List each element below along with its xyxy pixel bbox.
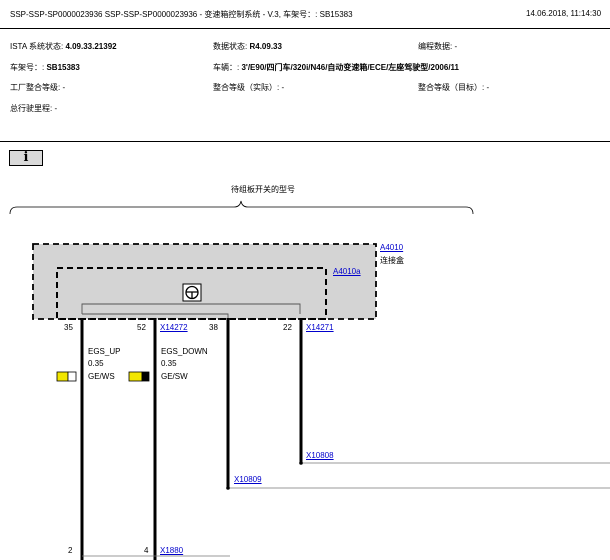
- connector-a4010-box: [32, 243, 377, 320]
- wire-egs-down-color: GE/SW: [161, 372, 188, 381]
- pin-4: 4: [144, 546, 149, 555]
- link-x14271[interactable]: X14271: [306, 323, 334, 332]
- junction-x10808: [299, 461, 303, 465]
- pin-38: 38: [209, 323, 218, 332]
- brace: [9, 200, 474, 215]
- link-a4010[interactable]: A4010: [380, 243, 403, 252]
- connector-description: 连接盒: [380, 256, 404, 265]
- link-x10808[interactable]: X10808: [306, 451, 334, 460]
- link-a4010a[interactable]: A4010a: [333, 267, 361, 276]
- pin-35: 35: [64, 323, 73, 332]
- link-x1880[interactable]: X1880: [160, 546, 183, 555]
- wire-egs-up-color: GE/WS: [88, 372, 115, 381]
- swatch-ge-ws: [56, 371, 77, 382]
- swatch-ge-sw: [128, 371, 150, 382]
- wire-egs-up-name: EGS_UP: [88, 347, 121, 356]
- link-x10809[interactable]: X10809: [234, 475, 262, 484]
- pin-2: 2: [68, 546, 73, 555]
- wire-egs-up-gauge: 0.35: [88, 359, 104, 368]
- switch-variant-label: 待组板开关的型号: [231, 185, 295, 194]
- junction-x10809: [226, 486, 230, 490]
- wire-egs-down-gauge: 0.35: [161, 359, 177, 368]
- link-x14272[interactable]: X14272: [160, 323, 188, 332]
- wire-egs-down-name: EGS_DOWN: [161, 347, 208, 356]
- steering-wheel-icon: [182, 283, 202, 302]
- pin-52: 52: [137, 323, 146, 332]
- pin-22: 22: [283, 323, 292, 332]
- wiring-diagram: [9, 200, 610, 560]
